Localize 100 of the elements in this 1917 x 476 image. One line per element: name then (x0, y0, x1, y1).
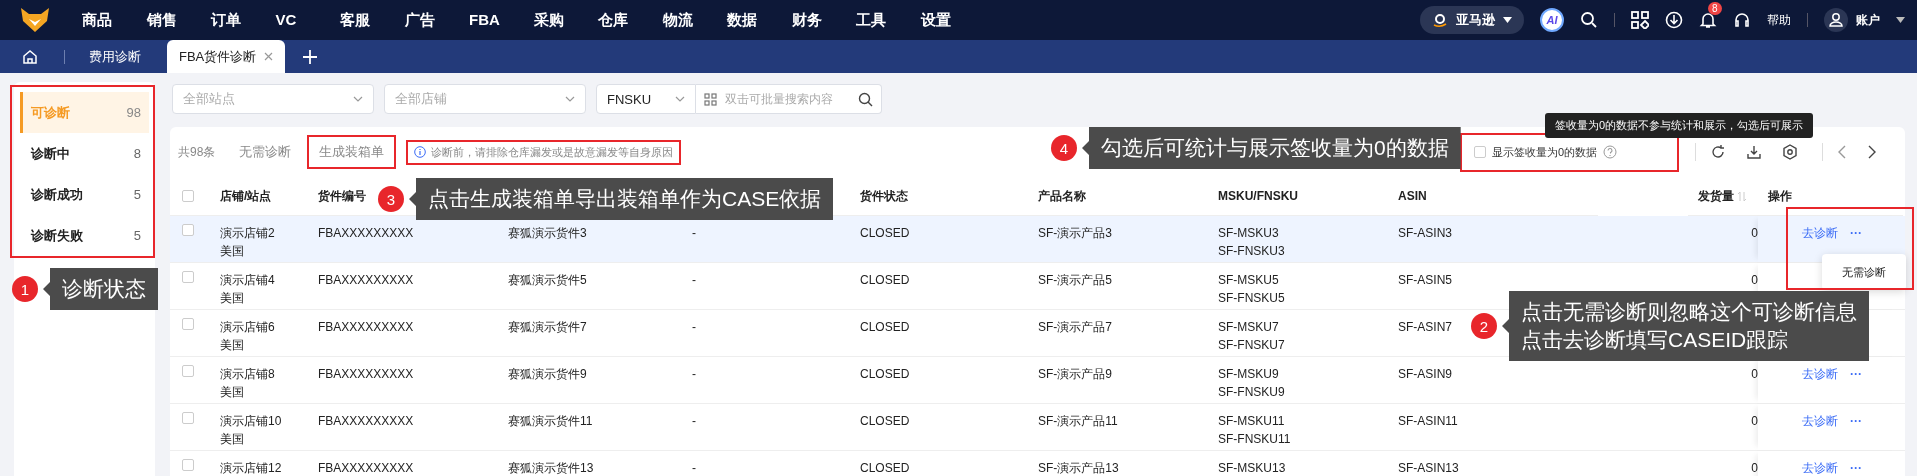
callout-label: 诊断状态 (43, 268, 158, 310)
hint-text: 诊断前，请排除仓库漏发或是故意漏发等自身原因 (431, 144, 674, 160)
diagnose-link[interactable]: 去诊断 (1802, 412, 1838, 430)
table-cell-text: 演示店铺10 (220, 413, 282, 430)
table-cell-text: - (692, 272, 696, 289)
table-cell-text: FBAXXXXXXXXX (318, 225, 414, 242)
user-avatar-icon[interactable] (1824, 8, 1848, 32)
batch-grid-icon[interactable] (704, 92, 717, 106)
info-icon (414, 146, 427, 158)
ai-button[interactable]: AI (1540, 8, 1564, 32)
nav-menu-item[interactable]: 订单 (211, 10, 276, 30)
checkbox-label[interactable]: 显示签收量为0的数据 (1491, 144, 1597, 160)
row-checkbox[interactable] (182, 318, 194, 330)
table-cell-text: 演示店铺8 (220, 366, 275, 383)
headset-icon[interactable] (1733, 11, 1751, 29)
table-cell-text: SF-MSKU13 (1218, 460, 1286, 476)
table-cell-text: SF-演示产品13 (1038, 460, 1119, 476)
status-list-item[interactable]: 诊断中 8 (20, 133, 149, 174)
account-menu[interactable]: 账户 (1856, 11, 1880, 29)
column-header: ASIN (1398, 189, 1427, 203)
help-link[interactable]: 帮助 (1767, 11, 1791, 29)
diagnose-link[interactable]: 去诊断 (1802, 459, 1838, 476)
tooltip: 签收量为0的数据不参与统计和展示，勾选后可展示 (1545, 113, 1814, 138)
search-icon[interactable] (858, 91, 873, 107)
search-type-select[interactable]: FNSKU (596, 84, 696, 114)
nav-menu-item[interactable]: 采购 (533, 10, 598, 30)
nav-menu-item[interactable]: 物流 (662, 10, 727, 30)
page-tab[interactable]: FBA货件诊断 (167, 40, 286, 73)
table-cell-text: CLOSED (860, 460, 910, 476)
table-row[interactable]: 演示店铺10 美国 FBAXXXXXXXXX 赛狐演示货件11 - CLOSED SF-演示产品11 SF-MSKU11 SF-FNSKU11 SF-ASIN11 0 去诊断 ··· (170, 404, 1905, 451)
checkbox[interactable] (1473, 146, 1486, 158)
table-cell-text: 赛狐演示货件9 (508, 366, 587, 383)
nav-menu-item[interactable]: 仓库 (598, 10, 663, 30)
nav-menu-item[interactable]: 数据 (727, 10, 792, 30)
nav-menu-item[interactable]: VC (275, 10, 340, 30)
column-header: 产品名称 (1038, 187, 1086, 205)
chevron-right-icon[interactable] (1867, 145, 1877, 159)
diagnose-link[interactable]: 去诊断 (1802, 224, 1838, 242)
table-cell-text: SF-ASIN13 (1398, 460, 1459, 476)
notification-badge: 8 (1708, 2, 1722, 15)
platform-selector[interactable]: 亚马逊 (1420, 6, 1524, 34)
chevron-down-icon (353, 96, 363, 102)
diagnose-link[interactable]: 去诊断 (1802, 365, 1838, 383)
status-list-item[interactable]: 诊断失败 5 (20, 215, 149, 256)
row-checkbox[interactable] (182, 224, 194, 236)
table-cell-text: 赛狐演示货件5 (508, 272, 587, 289)
chevron-left-icon[interactable] (1837, 145, 1847, 159)
nav-menu-item[interactable]: 客服 (340, 10, 405, 30)
table-row[interactable]: 演示店铺2 美国 FBAXXXXXXXXX 赛狐演示货件3 - CLOSED SF-演示产品3 SF-MSKU3 SF-FNSKU3 SF-ASIN3 0 去诊断 ··· (170, 216, 1905, 263)
home-icon[interactable] (22, 48, 38, 65)
table-cell-text: 0 (1751, 225, 1758, 242)
nav-menu-item[interactable]: 财务 (791, 10, 856, 30)
row-checkbox[interactable] (182, 365, 194, 377)
fox-logo-icon[interactable] (20, 7, 50, 33)
row-checkbox[interactable] (182, 459, 194, 471)
nav-menu-item[interactable]: 销售 (146, 10, 211, 30)
more-actions-button[interactable]: ··· (1850, 224, 1862, 242)
table-cell-text: FBAXXXXXXXXX (318, 460, 414, 476)
table-cell-text: SF-演示产品11 (1038, 413, 1118, 430)
column-header: 货件编号 (318, 187, 366, 205)
download-icon[interactable] (1746, 144, 1762, 160)
table-cell-text: - (692, 460, 696, 476)
refresh-icon[interactable] (1710, 144, 1726, 160)
table-cell-text: 0 (1751, 413, 1758, 430)
table-cell-text: 演示店铺6 (220, 319, 275, 336)
search-bar[interactable]: 双击可批量搜索内容 (696, 84, 882, 114)
table-cell-text: 赛狐演示货件3 (508, 225, 587, 242)
more-actions-button[interactable]: ··· (1850, 459, 1862, 476)
row-checkbox[interactable] (182, 271, 194, 283)
settings-icon[interactable] (1782, 144, 1798, 160)
generate-packing-list-button[interactable]: 生成装箱单 (307, 135, 397, 169)
table-cell-text: 赛狐演示货件11 (508, 413, 593, 430)
no-diagnosis-button[interactable]: 无需诊断 (229, 135, 302, 169)
table-cell-text: SF-FNSKU3 (1218, 243, 1285, 260)
nav-menu-item[interactable]: 设置 (920, 10, 985, 30)
select-all-checkbox[interactable] (182, 190, 194, 202)
table-cell-text: SF-演示产品5 (1038, 272, 1112, 289)
nav-menu-item[interactable]: 商品 (82, 10, 147, 30)
table-row[interactable]: 演示店铺12 FBAXXXXXXXXX 赛狐演示货件13 - CLOSED SF-演示产品13 SF-MSKU13 SF-ASIN13 0 去诊断 ··· (170, 451, 1905, 476)
more-actions-button[interactable]: ··· (1850, 365, 1862, 383)
table-cell-text: SF-MSKU5 (1218, 272, 1279, 289)
menu-item[interactable]: 无需诊断 (1842, 264, 1886, 280)
more-actions-button[interactable]: ··· (1850, 412, 1862, 430)
table-cell-text: CLOSED (860, 225, 910, 242)
search-icon[interactable] (1580, 11, 1598, 29)
table-cell-text: 演示店铺2 (220, 225, 275, 242)
column-header[interactable]: 发货量 (1698, 187, 1734, 205)
nav-menu-item[interactable]: 广告 (404, 10, 469, 30)
table-cell-text: FBAXXXXXXXXX (318, 319, 414, 336)
status-list-item[interactable]: 诊断成功 5 (20, 174, 149, 215)
bell-icon[interactable] (1699, 11, 1717, 29)
close-icon[interactable] (264, 52, 274, 61)
nav-menu-item[interactable]: FBA (469, 10, 534, 30)
nav-menu-item[interactable]: 工具 (856, 10, 921, 30)
page-tab[interactable]: 费用诊断 (77, 40, 153, 73)
row-checkbox[interactable] (182, 412, 194, 424)
apps-grid-icon[interactable] (1631, 11, 1649, 29)
add-tab-icon[interactable] (303, 49, 318, 64)
table-cell-text: SF-ASIN9 (1398, 366, 1452, 383)
table-cell-text: SF-ASIN11 (1398, 413, 1458, 430)
